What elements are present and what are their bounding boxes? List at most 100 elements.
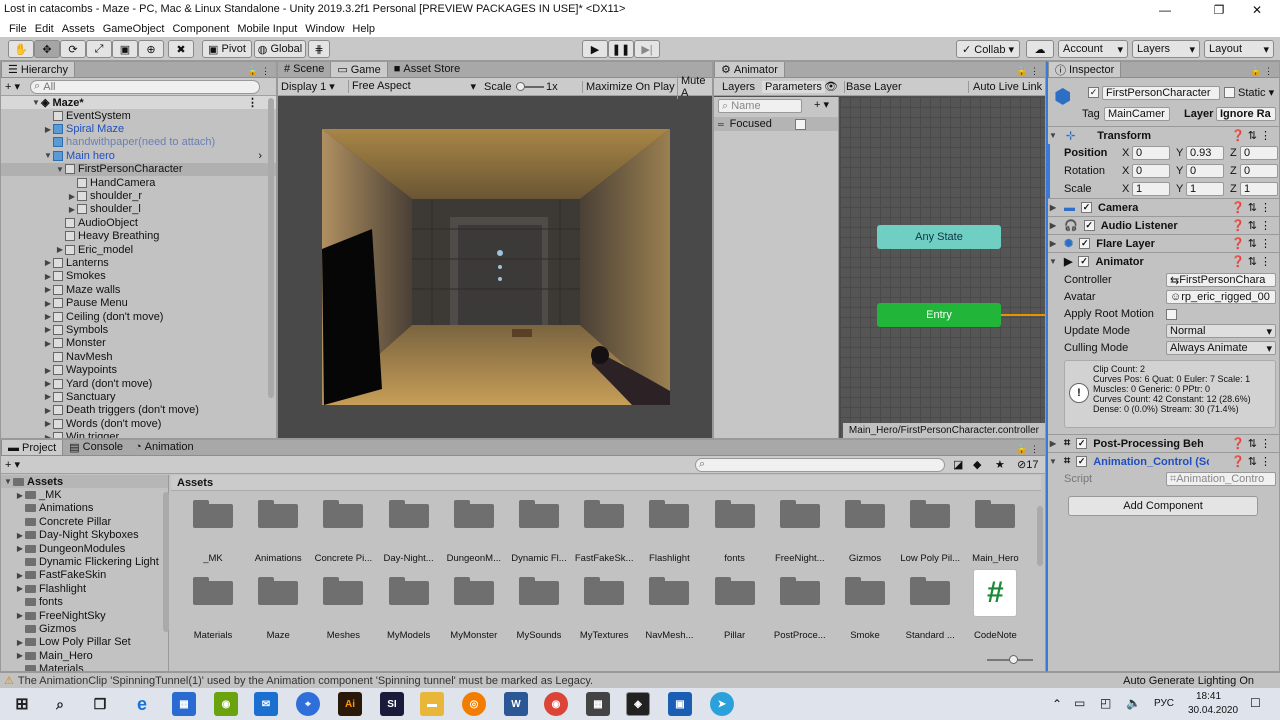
- transform-header[interactable]: ▼ ⊹ Transform ❓ ⇅ ⋮: [1048, 126, 1279, 144]
- create-button[interactable]: + ▾: [5, 80, 20, 93]
- expand-arrow-icon[interactable]: ▶: [15, 571, 25, 580]
- asset-label[interactable]: Standard ...: [898, 630, 962, 641]
- folder-icon[interactable]: [779, 575, 820, 605]
- script-field[interactable]: ⌗ Animation_Contro: [1166, 472, 1276, 486]
- hierarchy-item[interactable]: ▶ Eric_model: [1, 243, 276, 256]
- hierarchy-item[interactable]: ▶ shoulder_l: [1, 203, 276, 216]
- tab-console[interactable]: ▤ Console: [63, 440, 129, 455]
- tray-chevron-up-icon[interactable]: ⌃: [1052, 697, 1062, 711]
- hierarchy-item[interactable]: ▶ Win trigger: [1, 430, 276, 438]
- menu-window[interactable]: Window: [301, 23, 348, 35]
- filter-label-icon[interactable]: ◆: [973, 458, 981, 471]
- hierarchy-item[interactable]: AudioObject: [1, 216, 276, 229]
- asset-label[interactable]: CodeNote: [963, 630, 1027, 641]
- update-mode-dropdown[interactable]: Normal ▾: [1166, 324, 1276, 338]
- expand-arrow-icon[interactable]: ▶: [15, 531, 25, 540]
- chrome-icon[interactable]: ◉: [544, 692, 568, 716]
- folder-icon[interactable]: [519, 498, 559, 528]
- nvidia-icon[interactable]: ◉: [214, 692, 238, 716]
- object-name-field[interactable]: FirstPersonCharacter: [1102, 86, 1220, 100]
- layers-tab[interactable]: Layers: [722, 81, 755, 93]
- animation-control-checkbox[interactable]: ✓: [1076, 456, 1088, 467]
- folder-icon[interactable]: [453, 498, 494, 528]
- expand-arrow-icon[interactable]: ▶: [15, 611, 25, 620]
- tree-scrollbar[interactable]: [163, 492, 169, 632]
- icon-size-slider-handle[interactable]: [1009, 655, 1018, 664]
- tab-game[interactable]: ▭ Game: [330, 62, 388, 77]
- hierarchy-item[interactable]: ▶ Smokes: [1, 270, 276, 283]
- asset-label[interactable]: Materials: [181, 630, 245, 641]
- layout-dropdown[interactable]: Layout ▾: [1204, 40, 1274, 58]
- scale-slider-handle[interactable]: [516, 82, 525, 91]
- project-folder-item[interactable]: fonts: [1, 596, 168, 609]
- hierarchy-item[interactable]: ▶ Symbols: [1, 323, 276, 336]
- asset-label[interactable]: Flashlight: [637, 553, 701, 564]
- mail-icon[interactable]: ✉: [254, 692, 278, 716]
- hierarchy-item[interactable]: NavMesh: [1, 350, 276, 363]
- expand-arrow-icon[interactable]: ▶: [43, 125, 53, 134]
- si-game-icon[interactable]: SI: [380, 692, 404, 716]
- filter-type-icon[interactable]: ◪: [953, 458, 963, 471]
- project-folder-item[interactable]: ▶ FastFakeSkin: [1, 569, 168, 582]
- static-dropdown[interactable]: Static ▾: [1238, 86, 1274, 99]
- hierarchy-item[interactable]: ▶ Death triggers (don't move): [1, 404, 276, 417]
- animation-control-header[interactable]: ▼ ⌗ ✓ Animation_Control (Script ❓ ⇅ ⋮: [1048, 452, 1279, 470]
- folder-icon[interactable]: [193, 498, 233, 528]
- hierarchy-item[interactable]: handwithpaper(need to attach): [1, 136, 276, 149]
- asset-label[interactable]: MyModels: [377, 630, 441, 641]
- folder-icon[interactable]: [388, 575, 429, 605]
- project-folder-item[interactable]: ▶ Day-Night Skyboxes: [1, 529, 168, 542]
- parameter-row[interactable]: ═ Focused: [714, 117, 838, 131]
- expand-arrow-icon[interactable]: ▶: [55, 245, 65, 254]
- component-header-flare-layer[interactable]: ▶ ✺ ✓ Flare Layer ❓ ⇅ ⋮: [1048, 234, 1279, 252]
- component-header-camera[interactable]: ▶ ▬ ✓ Camera ❓ ⇅ ⋮: [1048, 198, 1279, 216]
- menu-help[interactable]: Help: [348, 23, 379, 35]
- transition-arrow[interactable]: [1001, 314, 1045, 316]
- any-state-node[interactable]: Any State: [877, 225, 1001, 249]
- drag-handle-icon[interactable]: ═: [718, 120, 724, 129]
- menu-gameobject[interactable]: GameObject: [99, 23, 169, 35]
- edge-browser-icon[interactable]: e: [130, 692, 154, 716]
- eye-icon[interactable]: 👁: [824, 80, 838, 93]
- asset-label[interactable]: Gizmos: [833, 553, 897, 564]
- component-enabled-checkbox[interactable]: ✓: [1083, 220, 1095, 231]
- add-component-button[interactable]: Add Component: [1068, 496, 1258, 516]
- hierarchy-item[interactable]: ▶ Sanctuary: [1, 390, 276, 403]
- folder-icon[interactable]: [910, 498, 951, 528]
- parameter-search-input[interactable]: ⌕ Name: [718, 99, 802, 113]
- scale-x-field[interactable]: 1: [1132, 182, 1170, 196]
- expand-arrow-icon[interactable]: ▶: [15, 491, 25, 500]
- expand-arrow-icon[interactable]: ▶: [43, 285, 53, 294]
- component-header-audio-listener[interactable]: ▶ 🎧 ✓ Audio Listener ❓ ⇅ ⋮: [1048, 216, 1279, 234]
- add-parameter-button[interactable]: + ▾: [814, 98, 829, 111]
- asset-label[interactable]: Pillar: [703, 630, 767, 641]
- display-dropdown[interactable]: Display 1 ▾: [281, 80, 345, 93]
- auto-live-link-toggle[interactable]: Auto Live Link: [968, 80, 1042, 93]
- hierarchy-item[interactable]: EventSystem: [1, 109, 276, 122]
- panel-menu-icon[interactable]: 🔒 ⋮: [1016, 444, 1039, 455]
- hierarchy-item[interactable]: ▼ FirstPersonCharacter: [1, 162, 276, 176]
- project-folder-item[interactable]: Gizmos: [1, 622, 168, 635]
- app-frame-icon[interactable]: ▣: [668, 692, 692, 716]
- scene-header[interactable]: ▼ ◈ Maze* ⋮: [1, 96, 276, 109]
- asset-label[interactable]: _MK: [181, 553, 245, 564]
- folder-icon[interactable]: [193, 575, 233, 605]
- component-actions-icon[interactable]: ❓ ⇅ ⋮: [1231, 437, 1271, 450]
- panel-menu-icon[interactable]: 🔒 ⋮: [1016, 66, 1039, 77]
- asset-label[interactable]: fonts: [703, 553, 767, 564]
- illustrator-icon[interactable]: Ai: [338, 692, 362, 716]
- project-folder-item[interactable]: ▶ FreeNightSky: [1, 609, 168, 622]
- store-icon[interactable]: ▦: [172, 692, 196, 716]
- component-enabled-checkbox[interactable]: ✓: [1079, 238, 1091, 249]
- avatar-field[interactable]: ☺ rp_eric_rigged_00: [1166, 290, 1276, 304]
- expand-arrow-icon[interactable]: ▶: [43, 258, 53, 267]
- folder-icon[interactable]: [910, 575, 951, 605]
- expand-arrow-icon[interactable]: ▶: [15, 584, 25, 593]
- folder-icon[interactable]: [388, 498, 429, 528]
- menu-component[interactable]: Component: [168, 23, 233, 35]
- tab-animator[interactable]: ⚙ Animator: [714, 62, 785, 77]
- step-button[interactable]: ▶|: [634, 40, 660, 58]
- folder-icon[interactable]: [845, 498, 885, 528]
- expand-arrow-icon[interactable]: ▶: [67, 205, 77, 214]
- network-icon[interactable]: ◰: [1100, 696, 1111, 710]
